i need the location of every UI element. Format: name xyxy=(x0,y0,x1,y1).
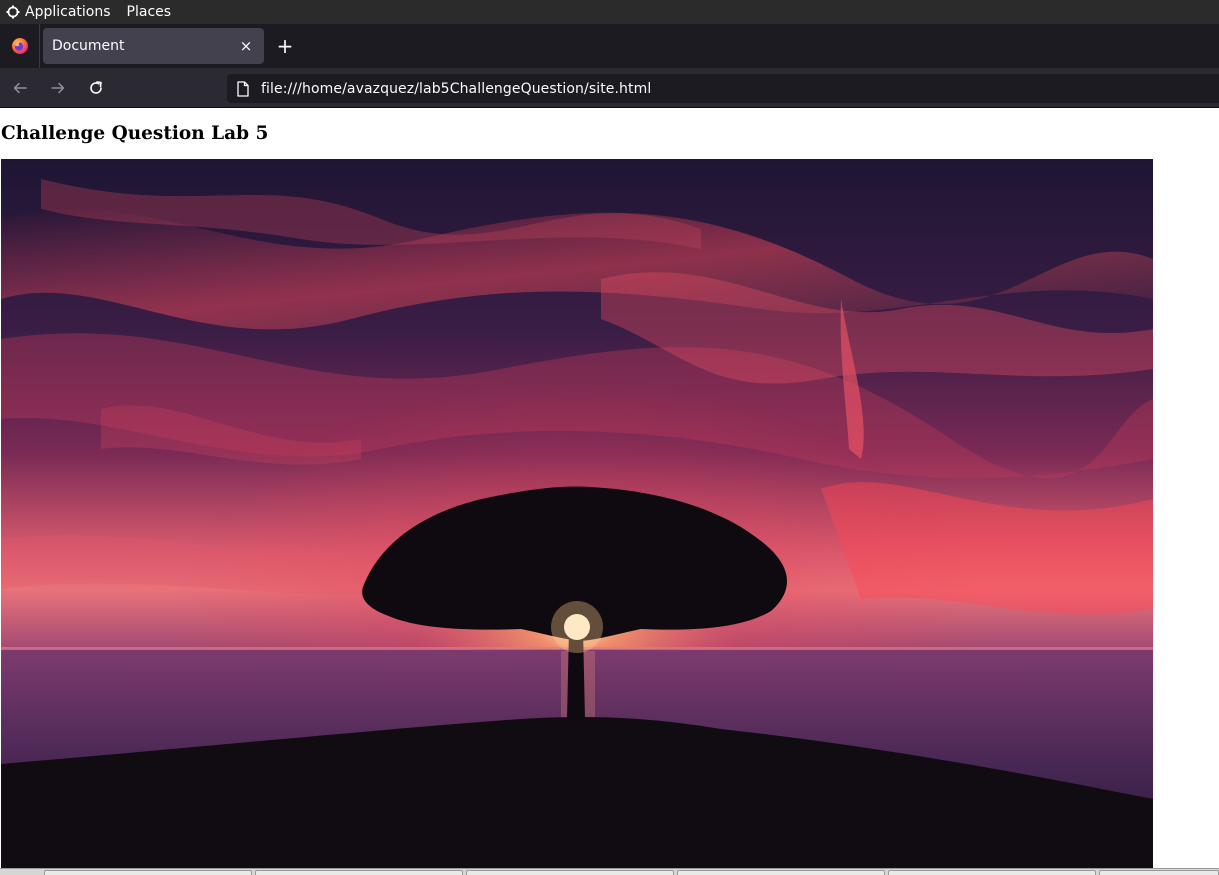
taskbar-item[interactable] xyxy=(1099,870,1219,875)
nav-bar: file:///home/avazquez/lab5ChallengeQuest… xyxy=(0,68,1219,108)
places-label: Places xyxy=(126,4,172,20)
url-text: file:///home/avazquez/lab5ChallengeQuest… xyxy=(261,80,652,97)
arrow-right-icon xyxy=(51,82,65,93)
page-heading: Challenge Question Lab 5 xyxy=(1,123,269,144)
back-button[interactable] xyxy=(2,72,38,104)
sunset-tree-image xyxy=(1,159,1153,868)
applications-menu[interactable]: Applications xyxy=(0,0,117,24)
tab-title: Document xyxy=(52,38,125,54)
page-icon xyxy=(235,80,251,97)
bottom-taskbar xyxy=(0,868,1219,875)
top-panel: Applications Places xyxy=(0,0,1219,24)
taskbar-item[interactable] xyxy=(44,870,252,875)
applications-label: Applications xyxy=(25,4,111,20)
tab-strip: Document × + xyxy=(0,24,1219,68)
close-tab-icon[interactable]: × xyxy=(238,37,254,55)
taskbar-item[interactable] xyxy=(255,870,463,875)
reload-button[interactable] xyxy=(78,72,114,104)
firefox-icon xyxy=(11,38,28,54)
taskbar-item[interactable] xyxy=(677,870,885,875)
gnome-foot-icon xyxy=(6,5,20,19)
taskbar-item[interactable] xyxy=(888,870,1096,875)
arrow-left-icon xyxy=(13,82,27,93)
forward-button[interactable] xyxy=(40,72,76,104)
page-content: Challenge Question Lab 5 xyxy=(0,109,1219,868)
firefox-menu-button[interactable] xyxy=(0,24,40,68)
taskbar-item[interactable] xyxy=(466,870,674,875)
tab-document[interactable]: Document × xyxy=(43,28,264,64)
reload-icon xyxy=(90,80,102,94)
new-tab-button[interactable]: + xyxy=(270,31,300,61)
url-bar[interactable]: file:///home/avazquez/lab5ChallengeQuest… xyxy=(227,74,1219,103)
places-menu[interactable]: Places xyxy=(121,0,178,24)
